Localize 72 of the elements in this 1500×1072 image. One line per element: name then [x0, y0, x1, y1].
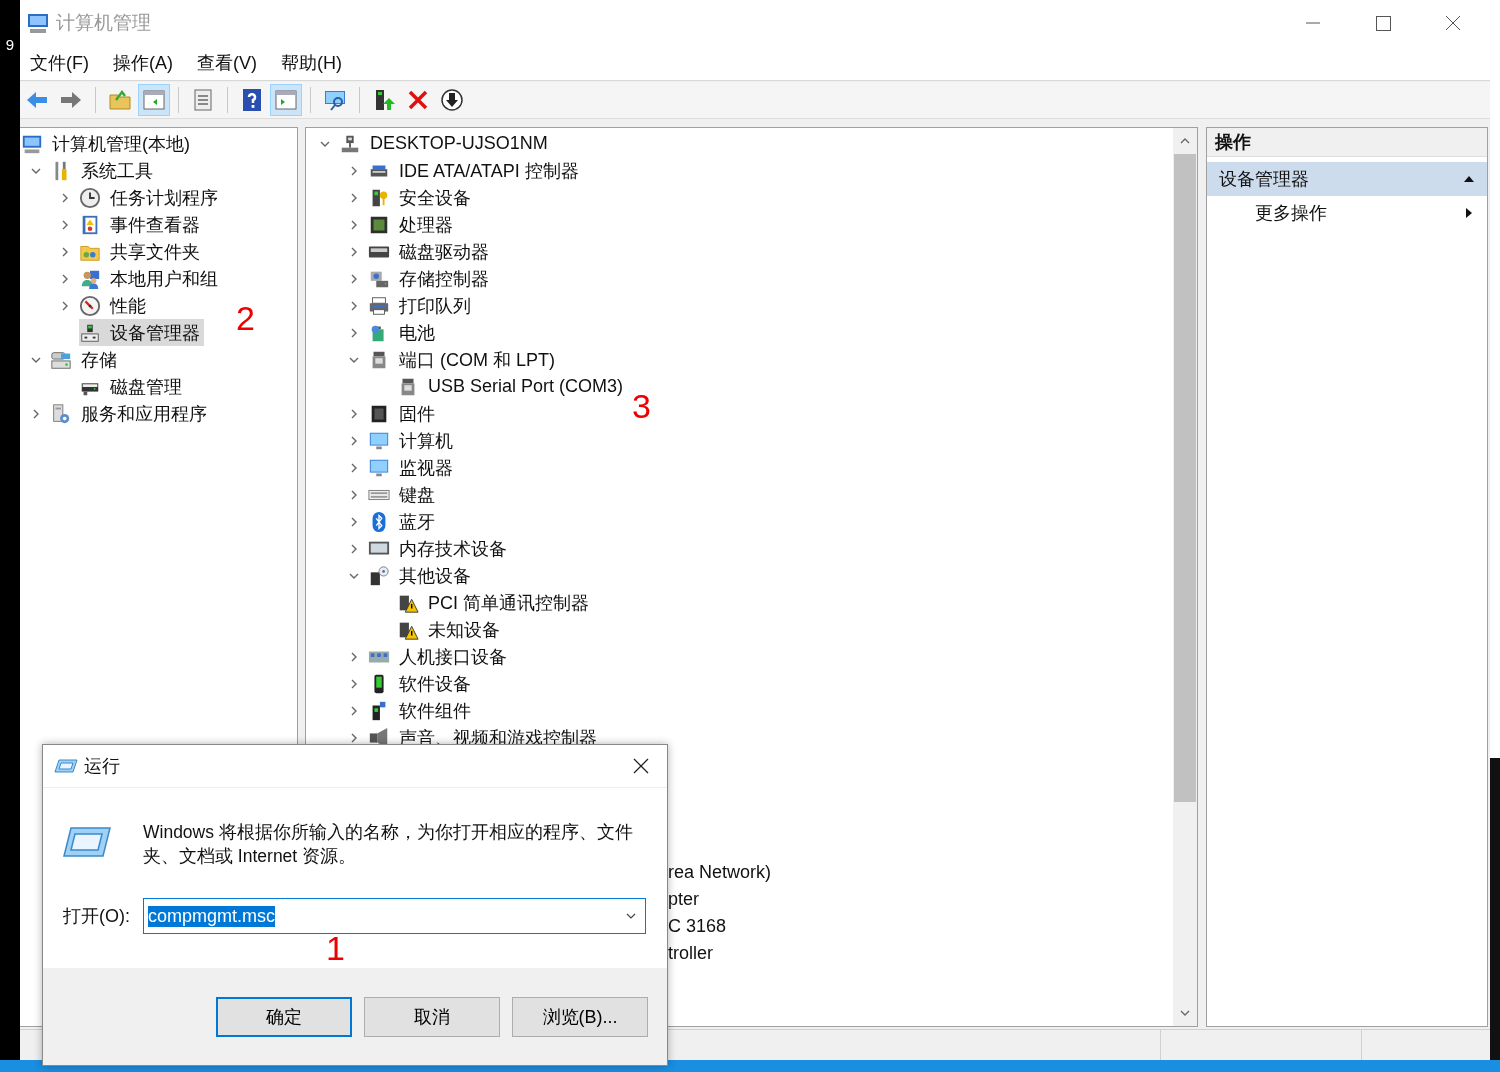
tree-item[interactable]: 内存技术设备: [368, 535, 511, 562]
download-icon: [440, 88, 464, 112]
tree-item[interactable]: 计算机管理(本地): [21, 130, 194, 157]
tree-item[interactable]: 监视器: [368, 454, 457, 481]
tree-item[interactable]: troller: [668, 940, 717, 967]
tree-item[interactable]: 未知设备: [397, 616, 504, 643]
tree-item[interactable]: 端口 (COM 和 LPT): [368, 346, 559, 373]
tree-item[interactable]: 事件查看器: [79, 211, 204, 238]
tree-item[interactable]: 键盘: [368, 481, 439, 508]
menu-item[interactable]: 操作(A): [107, 50, 185, 75]
tree-item[interactable]: 打印队列: [368, 292, 475, 319]
tree-item[interactable]: 其他设备: [368, 562, 475, 589]
annotation-number: 2: [236, 298, 255, 338]
tree-item[interactable]: 电池: [368, 319, 439, 346]
menu-item[interactable]: 查看(V): [191, 50, 269, 75]
dialog-button[interactable]: 确定: [216, 996, 352, 1037]
actions-header: 操作: [1207, 128, 1487, 157]
tree-item[interactable]: 本地用户和组: [79, 265, 222, 292]
tree-item[interactable]: 人机接口设备: [368, 643, 511, 670]
tree-item[interactable]: 系统工具: [50, 157, 157, 184]
tree-item[interactable]: 存储控制器: [368, 265, 493, 292]
tree-item[interactable]: 软件组件: [368, 697, 475, 724]
properties-icon: [191, 88, 215, 112]
close-icon[interactable]: [631, 756, 651, 776]
help-icon: [240, 88, 264, 112]
actions-section[interactable]: 设备管理器: [1207, 162, 1487, 196]
tree-item[interactable]: 性能: [79, 292, 150, 319]
tree-item[interactable]: IDE ATA/ATAPI 控制器: [368, 157, 583, 184]
dialog-button[interactable]: 浏览(B)...: [512, 996, 648, 1037]
dialog-button[interactable]: 取消: [364, 996, 500, 1037]
action-item[interactable]: 更多操作: [1207, 196, 1487, 230]
menu-item[interactable]: 帮助(H): [275, 50, 354, 75]
badge-number: 9: [4, 36, 16, 53]
dialog-description: Windows 将根据你所输入的名称，为你打开相应的程序、文件夹、文档或 Internet 资源。: [143, 821, 634, 868]
clock-icon: [79, 186, 101, 209]
scrollbar[interactable]: [1173, 128, 1197, 1026]
device-icon: [368, 564, 390, 587]
tree-item[interactable]: DESKTOP-UJSO1NM: [339, 130, 552, 157]
run-icon: [63, 824, 111, 860]
window-pane-icon: [142, 88, 166, 112]
tree-item[interactable]: rea Network): [668, 859, 776, 886]
dialog-title: 运行: [84, 755, 120, 778]
tree-item[interactable]: USB Serial Port (COM3): [397, 373, 628, 400]
open-label: 打开(O):: [63, 905, 131, 928]
window-title: 计算机管理: [56, 10, 151, 35]
window-pane-icon: [274, 88, 298, 112]
printer-icon: [368, 294, 390, 317]
tree-item[interactable]: 安全设备: [368, 184, 475, 211]
tree-item[interactable]: 处理器: [368, 211, 457, 238]
tree-item[interactable]: 服务和应用程序: [50, 400, 211, 427]
tree-item[interactable]: 设备管理器: [79, 319, 204, 346]
gauge-icon: [79, 294, 101, 317]
server-gear-icon: [50, 402, 72, 425]
command-field[interactable]: compmgmt.msc: [143, 898, 646, 934]
tree-item[interactable]: 蓝牙: [368, 508, 439, 535]
tree-item[interactable]: 存储: [50, 346, 121, 373]
annotation-number: 3: [632, 386, 651, 426]
tree-item[interactable]: 磁盘驱动器: [368, 238, 493, 265]
tree-item[interactable]: 共享文件夹: [79, 238, 204, 265]
folder-icon: [108, 88, 132, 112]
tree-item[interactable]: 计算机: [368, 427, 457, 454]
tree-item[interactable]: C 3168: [668, 913, 731, 940]
monitor-search-icon: [323, 88, 347, 112]
run-icon: [54, 758, 78, 774]
tree-item[interactable]: 磁盘管理: [79, 373, 186, 400]
delete-icon: [406, 88, 430, 112]
tree-item[interactable]: PCI 简单通讯控制器: [397, 589, 593, 616]
tree-item[interactable]: 任务计划程序: [79, 184, 222, 211]
menu-item[interactable]: 文件(F): [24, 50, 101, 75]
tree-item[interactable]: 固件: [368, 400, 439, 427]
tree-item[interactable]: 软件设备: [368, 670, 475, 697]
tree-item[interactable]: pter: [668, 886, 704, 913]
